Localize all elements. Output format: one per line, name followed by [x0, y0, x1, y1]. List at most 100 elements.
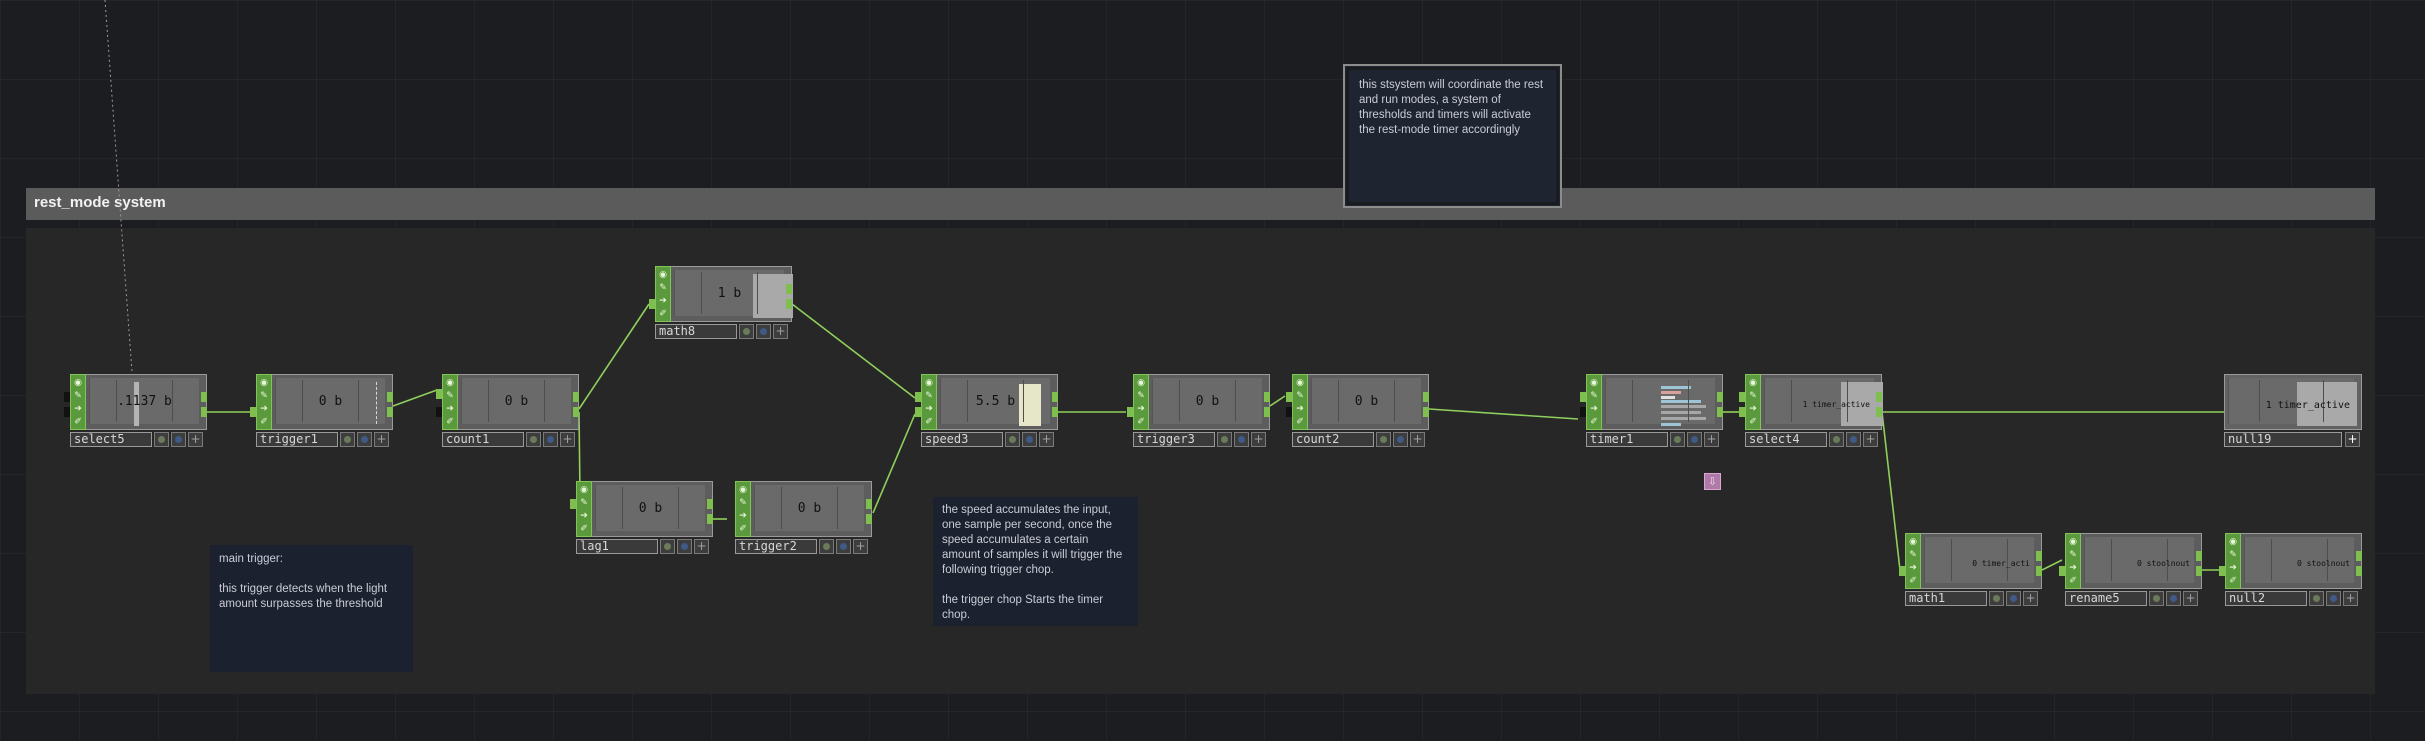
node-label[interactable]: timer1: [1586, 432, 1668, 447]
display-icon[interactable]: [2326, 591, 2341, 606]
pin-icon[interactable]: ✐: [1295, 417, 1305, 427]
node-label[interactable]: trigger2: [735, 539, 817, 554]
pin-icon[interactable]: ✐: [1908, 576, 1918, 586]
plus-icon[interactable]: +: [694, 539, 709, 554]
circle-icon[interactable]: ◉: [259, 378, 269, 388]
circle-icon[interactable]: ◉: [658, 270, 668, 280]
node-trigger1[interactable]: ◉ ✎ ➔ ✐ 0 b trigger1 +: [250, 374, 393, 447]
node-label[interactable]: speed3: [921, 432, 1003, 447]
node-label[interactable]: select4: [1745, 432, 1827, 447]
plus-icon[interactable]: +: [2343, 591, 2358, 606]
circle-icon[interactable]: ◉: [924, 378, 934, 388]
node-null19[interactable]: 1 timer_active null19 +: [2224, 374, 2362, 447]
pin-icon[interactable]: ✐: [1136, 417, 1146, 427]
node-select5[interactable]: ◉ ✎ ➔ ✐ .1137 b select5 +: [64, 374, 207, 447]
circle-icon[interactable]: ◉: [1589, 378, 1599, 388]
pencil-icon[interactable]: ✎: [445, 391, 455, 401]
node-label[interactable]: null2: [2225, 591, 2307, 606]
comment-system-overview[interactable]: this stsystem will coordinate the rest a…: [1343, 64, 1562, 208]
circle-icon[interactable]: ◉: [2228, 537, 2238, 547]
node-timer1[interactable]: ◉ ✎ ➔ ✐ timer1 +: [1580, 374, 1723, 447]
pencil-icon[interactable]: ✎: [579, 498, 589, 508]
node-math1[interactable]: ◉ ✎ ➔ ✐ 0 timer_acti math1 +: [1899, 533, 2042, 606]
node-null2[interactable]: ◉ ✎ ➔ ✐ 0 stoolnout null2 +: [2219, 533, 2362, 606]
arrow-icon[interactable]: ➔: [1748, 404, 1758, 414]
pin-icon[interactable]: ✐: [73, 417, 83, 427]
pencil-icon[interactable]: ✎: [259, 391, 269, 401]
circle-icon[interactable]: ◉: [738, 485, 748, 495]
plus-icon[interactable]: +: [1410, 432, 1425, 447]
pin-icon[interactable]: ✐: [579, 524, 589, 534]
node-label[interactable]: math8: [655, 324, 737, 339]
arrow-icon[interactable]: ➔: [1589, 404, 1599, 414]
bypass-icon[interactable]: [154, 432, 169, 447]
node-speed3[interactable]: ◉ ✎ ➔ ✐ 5.5 b speed3 +: [915, 374, 1058, 447]
arrow-icon[interactable]: ➔: [1136, 404, 1146, 414]
pencil-icon[interactable]: ✎: [738, 498, 748, 508]
pin-icon[interactable]: ✐: [738, 524, 748, 534]
pencil-icon[interactable]: ✎: [1908, 550, 1918, 560]
display-icon[interactable]: [1393, 432, 1408, 447]
node-label[interactable]: math1: [1905, 591, 1987, 606]
node-trigger2[interactable]: ◉ ✎ ➔ ✐ 0 b trigger2 +: [735, 481, 872, 554]
bypass-icon[interactable]: [1829, 432, 1844, 447]
display-icon[interactable]: [357, 432, 372, 447]
plus-icon[interactable]: +: [188, 432, 203, 447]
node-label[interactable]: trigger1: [256, 432, 338, 447]
pencil-icon[interactable]: ✎: [2228, 550, 2238, 560]
plus-icon[interactable]: +: [2183, 591, 2198, 606]
pencil-icon[interactable]: ✎: [1748, 391, 1758, 401]
arrow-icon[interactable]: ➔: [924, 404, 934, 414]
bypass-icon[interactable]: [660, 539, 675, 554]
plus-icon[interactable]: +: [374, 432, 389, 447]
display-icon[interactable]: [677, 539, 692, 554]
display-icon[interactable]: [2166, 591, 2181, 606]
node-trigger3[interactable]: ◉ ✎ ➔ ✐ 0 b trigger3 +: [1127, 374, 1270, 447]
bypass-icon[interactable]: [819, 539, 834, 554]
arrow-icon[interactable]: ➔: [738, 511, 748, 521]
bypass-icon[interactable]: [2309, 591, 2324, 606]
plus-icon[interactable]: +: [560, 432, 575, 447]
pencil-icon[interactable]: ✎: [73, 391, 83, 401]
bypass-icon[interactable]: [340, 432, 355, 447]
pencil-icon[interactable]: ✎: [924, 391, 934, 401]
arrow-icon[interactable]: ➔: [579, 511, 589, 521]
circle-icon[interactable]: ◉: [445, 378, 455, 388]
node-rename5[interactable]: ◉ ✎ ➔ ✐ 0 stoolnout rename5 +: [2059, 533, 2202, 606]
bypass-icon[interactable]: [1005, 432, 1020, 447]
arrow-icon[interactable]: ➔: [259, 404, 269, 414]
pin-icon[interactable]: ✐: [2228, 576, 2238, 586]
pencil-icon[interactable]: ✎: [2068, 550, 2078, 560]
node-label[interactable]: null19: [2224, 432, 2342, 447]
display-icon[interactable]: [836, 539, 851, 554]
comment-main-trigger[interactable]: main trigger: this trigger detects when …: [210, 545, 413, 672]
arrow-icon[interactable]: ➔: [2228, 563, 2238, 573]
circle-icon[interactable]: ◉: [579, 485, 589, 495]
display-icon[interactable]: [1687, 432, 1702, 447]
pencil-icon[interactable]: ✎: [1136, 391, 1146, 401]
pin-icon[interactable]: ✐: [658, 309, 668, 319]
bypass-icon[interactable]: [1670, 432, 1685, 447]
display-icon[interactable]: [543, 432, 558, 447]
arrow-icon[interactable]: ➔: [1908, 563, 1918, 573]
plus-icon[interactable]: +: [773, 324, 788, 339]
display-icon[interactable]: [1234, 432, 1249, 447]
pencil-icon[interactable]: ✎: [658, 283, 668, 293]
pencil-icon[interactable]: ✎: [1589, 391, 1599, 401]
network-canvas[interactable]: rest_mode system this stsystem will coor…: [0, 0, 2425, 741]
pin-icon[interactable]: ✐: [1748, 417, 1758, 427]
plus-icon[interactable]: +: [1039, 432, 1054, 447]
circle-icon[interactable]: ◉: [2068, 537, 2078, 547]
plus-icon[interactable]: +: [1863, 432, 1878, 447]
node-count1[interactable]: ◉ ✎ ➔ ✐ 0 b count1 +: [436, 374, 579, 447]
circle-icon[interactable]: ◉: [1295, 378, 1305, 388]
display-icon[interactable]: [171, 432, 186, 447]
arrow-icon[interactable]: ➔: [658, 296, 668, 306]
node-label[interactable]: trigger3: [1133, 432, 1215, 447]
bypass-icon[interactable]: [739, 324, 754, 339]
circle-icon[interactable]: ◉: [1136, 378, 1146, 388]
node-select4[interactable]: ◉ ✎ ➔ ✐ 1 timer_active select4 +: [1739, 374, 1883, 447]
pin-icon[interactable]: ✐: [445, 417, 455, 427]
pin-icon[interactable]: ✐: [259, 417, 269, 427]
pin-icon[interactable]: ✐: [2068, 576, 2078, 586]
